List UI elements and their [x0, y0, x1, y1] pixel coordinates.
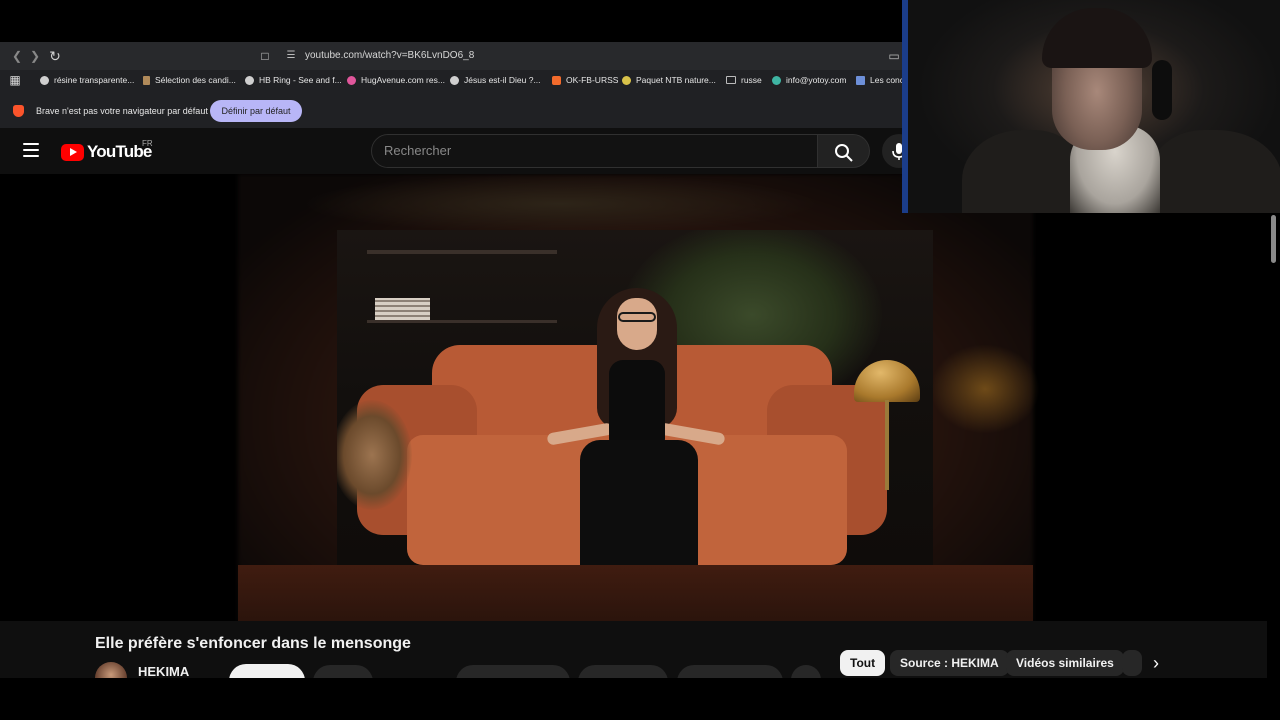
bookmark-item[interactable]: HugAvenue.com res...: [347, 73, 445, 87]
cast-icon[interactable]: ▭: [886, 48, 902, 64]
bookmark-item[interactable]: russe: [726, 73, 762, 87]
channel-name[interactable]: HEKIMA: [138, 664, 189, 678]
back-icon[interactable]: ❮: [9, 48, 25, 64]
speaker-torso: [609, 360, 665, 445]
lamp-pole: [885, 400, 889, 490]
streamer-shoulder: [1152, 130, 1280, 213]
heart-icon: [347, 75, 356, 85]
bookmark-item[interactable]: Paquet NTB nature...: [622, 73, 716, 87]
search-button[interactable]: [818, 134, 870, 168]
lamp: [854, 360, 920, 402]
chip-source[interactable]: Source : HEKIMA: [890, 650, 1009, 676]
default-browser-infobar: Brave n'est pas votre navigateur par déf…: [0, 96, 902, 128]
bookmark-item[interactable]: Jésus est-il Dieu ?...: [450, 73, 541, 87]
books: [375, 298, 430, 320]
bookmark-item[interactable]: Les conc: [856, 73, 902, 87]
bookmark-icon[interactable]: □: [257, 48, 273, 64]
chip-partial[interactable]: [1122, 650, 1142, 676]
bookmark-item[interactable]: OK-FB-URSS: [552, 73, 618, 87]
page-scrollbar[interactable]: [1267, 213, 1280, 678]
shelf: [367, 250, 557, 254]
channel-avatar[interactable]: [95, 662, 127, 678]
url-field[interactable]: youtube.com/watch?v=BK6LvnDO6_8: [305, 50, 474, 61]
globe-icon: [40, 75, 49, 85]
speaker-legs: [580, 440, 698, 565]
chip-all[interactable]: Tout: [840, 650, 886, 676]
youtube-play-icon: [61, 143, 84, 161]
image-icon: [856, 75, 865, 85]
apps-grid-icon[interactable]: ▦: [7, 72, 23, 88]
leaf-icon: [622, 75, 631, 85]
speaker-glasses: [618, 312, 656, 322]
country-code: FR: [142, 139, 153, 148]
ok-logo-icon: [552, 75, 561, 85]
youtube-header: YouTube FR: [0, 128, 916, 174]
like-dislike-button[interactable]: [456, 665, 570, 678]
bookmark-item[interactable]: Sélection des candi...: [143, 73, 236, 87]
chevron-right-icon[interactable]: ›: [1143, 650, 1169, 676]
site-settings-icon[interactable]: ☰: [283, 48, 299, 64]
video-player[interactable]: [0, 174, 1267, 621]
infobar-message: Brave n'est pas votre navigateur par déf…: [36, 106, 208, 116]
bookmark-item[interactable]: HB Ring - See and f...: [245, 73, 342, 87]
scrollbar-thumb[interactable]: [1271, 215, 1276, 263]
globe-icon: [450, 75, 459, 85]
ambient-glow: [300, 174, 820, 234]
webcam-overlay: [902, 0, 1280, 213]
hamburger-menu-icon[interactable]: [23, 143, 39, 157]
chip-similar-videos[interactable]: Vidéos similaires: [1006, 650, 1124, 676]
reload-icon[interactable]: ↻: [47, 48, 63, 64]
document-icon: [143, 75, 150, 85]
more-actions-button[interactable]: [791, 665, 821, 678]
headphones: [1152, 60, 1172, 120]
streamer-shoulder: [962, 130, 1082, 213]
streamer-hair: [1042, 8, 1152, 68]
browser-chrome: ❮ ❯ ↻ □ ☰ youtube.com/watch?v=BK6LvnDO6_…: [0, 42, 902, 128]
speaker-face: [617, 298, 657, 350]
search-input[interactable]: [384, 143, 804, 158]
forward-icon[interactable]: ❯: [27, 48, 43, 64]
video-frame[interactable]: [337, 230, 933, 565]
bookmarks-bar: ▦ résine transparente... Sélection des c…: [0, 70, 902, 90]
search-box: [371, 134, 818, 168]
download-button[interactable]: [677, 665, 783, 678]
video-info-section: Elle préfère s'enfoncer dans le mensonge…: [0, 621, 1267, 678]
set-default-button[interactable]: Définir par défaut: [210, 100, 302, 122]
share-button[interactable]: [578, 665, 668, 678]
subscribe-button[interactable]: [229, 664, 305, 678]
brave-logo-icon: [13, 105, 24, 117]
ambient-glow: [930, 344, 1040, 434]
video-bottom-gradient: [238, 565, 1033, 621]
bookmark-item[interactable]: résine transparente...: [40, 73, 134, 87]
video-title: Elle préfère s'enfoncer dans le mensonge: [95, 635, 411, 652]
address-bar-row: ❮ ❯ ↻ □ ☰ youtube.com/watch?v=BK6LvnDO6_…: [0, 42, 902, 70]
notification-bell-button[interactable]: [313, 665, 373, 678]
folder-icon: [726, 76, 736, 84]
bookmark-item[interactable]: info@yotoy.com: [772, 73, 846, 87]
globe-icon: [245, 75, 254, 85]
shelf: [367, 320, 557, 323]
shield-icon: [772, 75, 781, 85]
youtube-logo[interactable]: YouTube: [61, 142, 152, 162]
webcam-border: [902, 0, 908, 213]
search-icon: [835, 144, 853, 162]
